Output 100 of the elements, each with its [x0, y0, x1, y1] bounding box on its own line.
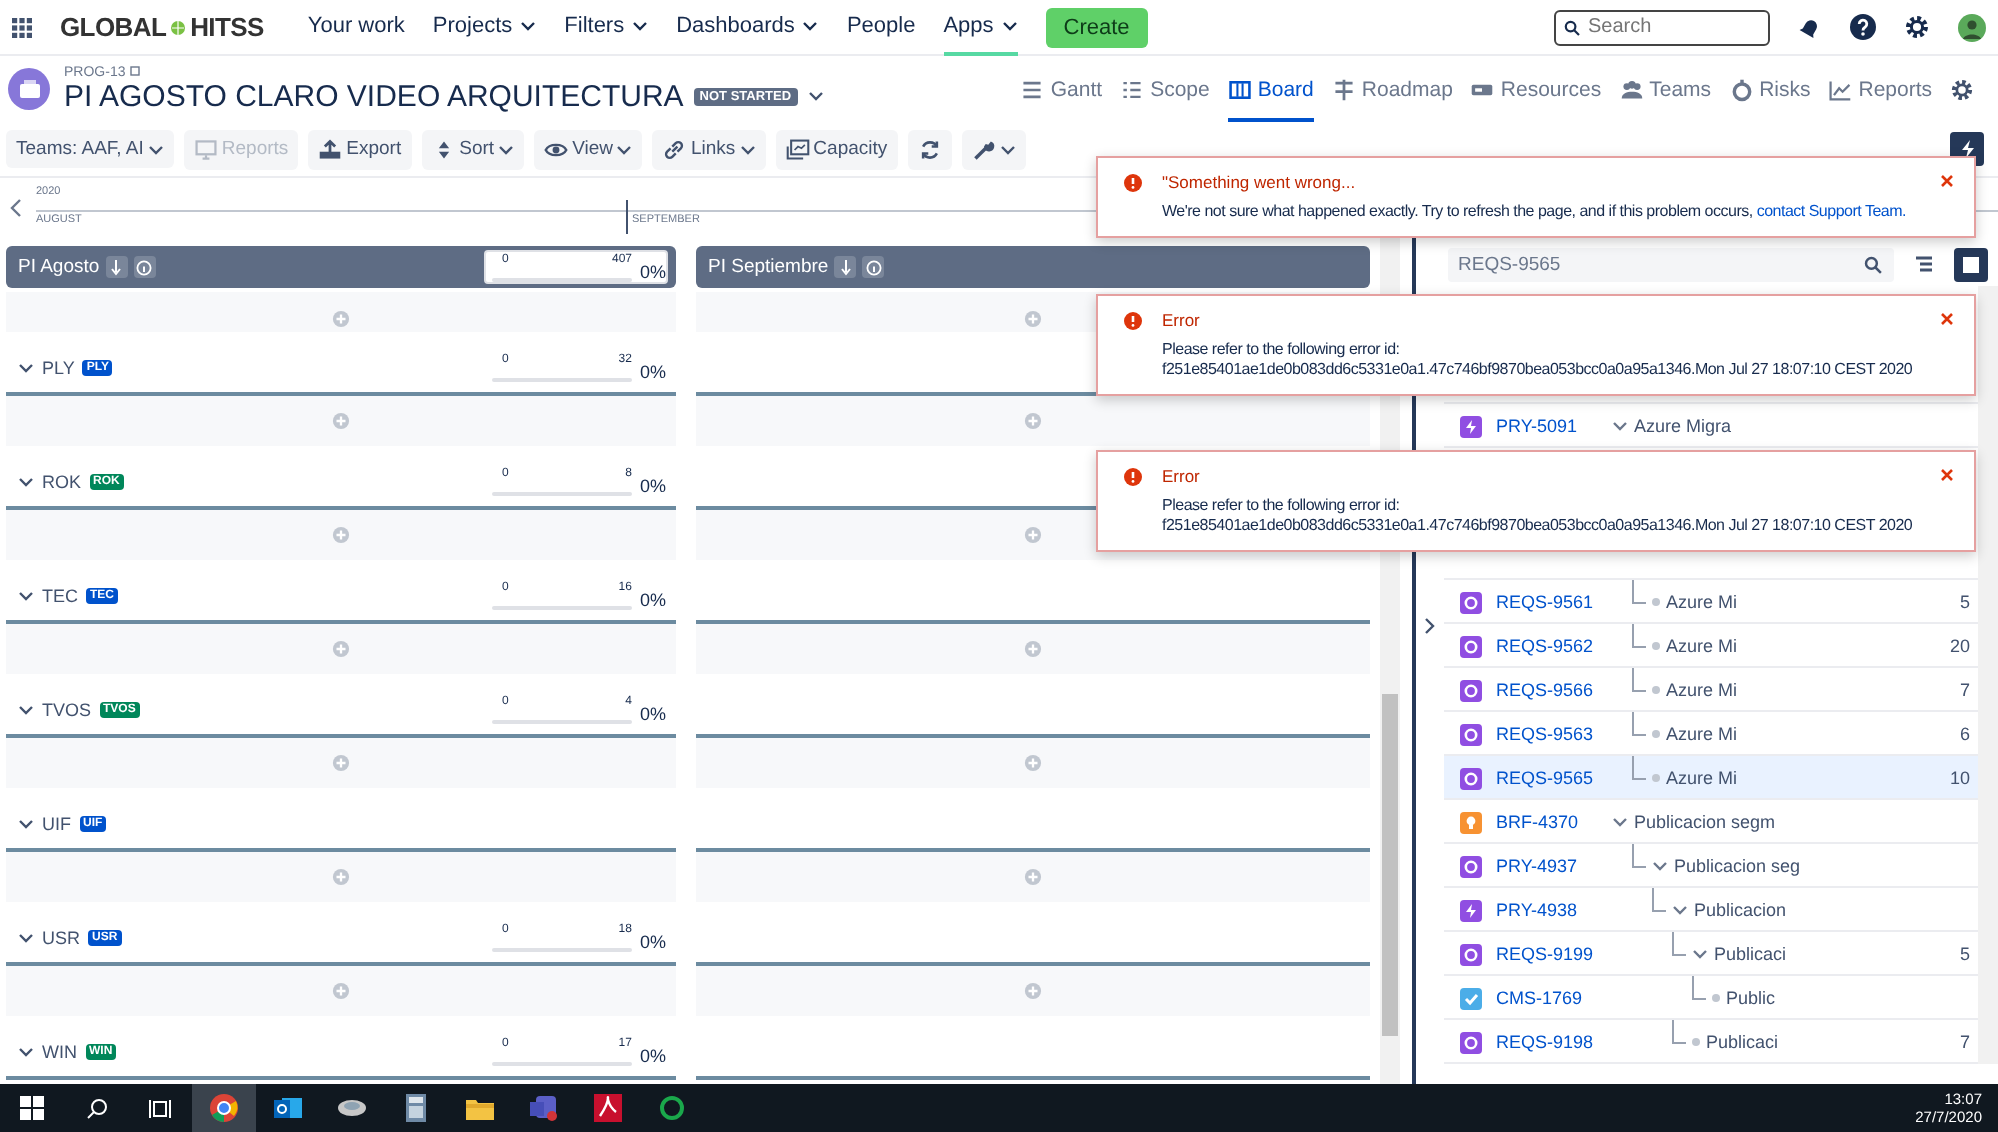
support-link[interactable]: contact Support Team. [1756, 202, 1906, 220]
chevron-down-icon [18, 359, 34, 375]
issue-key-link[interactable]: REQS-9198 [1496, 1032, 1612, 1052]
toolbar-button[interactable]: View [534, 129, 643, 169]
settings-icon[interactable] [1904, 14, 1930, 40]
view-tab[interactable]: Board [1227, 56, 1314, 122]
chevron-down-icon[interactable] [1612, 418, 1628, 434]
search-field[interactable]: Search [1554, 9, 1770, 45]
toolbar-button[interactable]: Links [652, 129, 766, 169]
list-icon[interactable] [1914, 254, 1934, 274]
issue-icon [1459, 723, 1481, 745]
app-grid-icon[interactable] [12, 17, 32, 37]
toolbar-button[interactable]: Export [308, 129, 412, 169]
view-tab[interactable]: Scope [1120, 56, 1210, 122]
tree-row[interactable]: BRF-4370 Publicacion segm [1444, 800, 1978, 844]
view-tab[interactable]: Reports [1828, 56, 1932, 122]
tree-row[interactable]: REQS-9199 Publicaci 5 [1444, 932, 1978, 976]
tree-row[interactable]: REQS-9198 Publicaci 7 [1444, 1020, 1978, 1064]
toast-message: f251e85401ae1de0b083dd6c5331e0a1.47c746bf9870bea053bcc0a0a95a1346.Mon Jul 27 18:07:10 CEST 2020 [1162, 360, 1915, 380]
icon-button[interactable] [961, 129, 1026, 169]
chevron-down-icon[interactable] [1612, 814, 1628, 830]
toolbar-button[interactable]: Capacity [775, 129, 898, 169]
mail-icon[interactable] [272, 1092, 304, 1124]
nav-item[interactable]: Dashboards [676, 0, 819, 55]
info-button[interactable] [133, 256, 156, 278]
task-view-icon[interactable] [148, 1097, 172, 1119]
help-icon[interactable] [1850, 14, 1876, 40]
close-icon[interactable] [1940, 312, 1954, 326]
toast-message: We're not sure what happened exactly. Try to refresh the page, and if this problem occurs, contact Support Team. [1162, 202, 1908, 222]
chevron-right-icon[interactable] [1424, 618, 1436, 634]
sort-button[interactable] [834, 256, 857, 278]
view-tab[interactable]: Gantt [1020, 56, 1103, 122]
tree-row[interactable]: PRY-4938 Publicacion [1444, 888, 1978, 932]
info-button[interactable] [862, 256, 885, 278]
search-icon[interactable] [85, 1097, 107, 1119]
team-name: USR [42, 927, 81, 947]
tree-row[interactable]: REQS-9565 Azure Mi 10 [1444, 756, 1978, 800]
close-icon[interactable] [1940, 174, 1954, 188]
toolbar-button[interactable]: Sort [421, 129, 525, 169]
tree-row[interactable]: PRY-4937 Publicacion seg [1444, 844, 1978, 888]
chevron-down-icon[interactable] [1652, 858, 1668, 874]
chart-icon [1828, 77, 1853, 101]
issue-key-link[interactable]: BRF-4370 [1496, 812, 1612, 832]
icon-button[interactable] [907, 129, 952, 169]
copy-icon[interactable] [129, 66, 142, 78]
issue-key-link[interactable]: PRY-4938 [1496, 900, 1612, 920]
chevron-down-icon[interactable] [1692, 946, 1708, 962]
toast-title: Error [1162, 310, 1202, 330]
issue-key-link[interactable]: REQS-9565 [1496, 768, 1612, 788]
issue-key-link[interactable]: REQS-9562 [1496, 636, 1612, 656]
avatar[interactable] [1958, 13, 1986, 41]
view-tab[interactable]: Roadmap [1331, 56, 1453, 122]
issue-key-link[interactable]: REQS-9199 [1496, 944, 1612, 964]
nav-item[interactable]: People [846, 0, 916, 55]
issue-key-link[interactable]: PRY-5091 [1496, 416, 1612, 436]
chat-icon[interactable] [528, 1092, 560, 1124]
monitor-icon [193, 137, 218, 161]
team-name: TVOS [42, 699, 92, 719]
tree-row[interactable]: CMS-1769 Public [1444, 976, 1978, 1020]
scrollbar[interactable] [1978, 286, 1998, 1064]
browser-icon[interactable] [208, 1092, 240, 1124]
windows-icon [20, 1096, 44, 1120]
search-field[interactable]: REQS-9565 [1448, 247, 1894, 281]
panel-button[interactable] [1954, 247, 1988, 281]
chevron-down-icon[interactable] [1672, 902, 1688, 918]
create-button[interactable]: Create [1045, 7, 1148, 47]
team-name: ROK [42, 471, 82, 491]
roadmap-icon [1331, 77, 1356, 101]
chevron-down-icon [18, 701, 34, 717]
issue-key-link[interactable]: REQS-9566 [1496, 680, 1612, 700]
issue-key-link[interactable]: CMS-1769 [1496, 988, 1612, 1008]
nav-item[interactable]: Your work [307, 0, 405, 55]
sort-button[interactable] [105, 256, 128, 278]
chevron-left-icon[interactable] [10, 198, 22, 218]
tree-row[interactable]: REQS-9562 Azure Mi 20 [1444, 624, 1978, 668]
issue-title: Publicaci [1706, 1032, 1779, 1052]
issue-key-link[interactable]: REQS-9561 [1496, 592, 1612, 612]
tree-row[interactable]: PRY-5091 Azure Migra [1444, 404, 1978, 448]
tree-row[interactable]: REQS-9561 Azure Mi 5 [1444, 580, 1978, 624]
view-tab[interactable]: Risks [1729, 56, 1811, 122]
nav-item[interactable]: Filters [564, 0, 649, 55]
tree-row[interactable]: REQS-9566 Azure Mi 7 [1444, 668, 1978, 712]
team-name: PLY [42, 357, 75, 377]
pdf-icon[interactable] [592, 1092, 624, 1124]
ring-icon[interactable] [656, 1092, 688, 1124]
wrench-icon [971, 137, 996, 161]
close-icon[interactable] [1940, 468, 1954, 482]
toast-message: f251e85401ae1de0b083dd6c5331e0a1.47c746bf9870bea053bcc0a0a95a1346.Mon Jul 27 18:07:10 CEST 2020 [1162, 516, 1915, 536]
nav-item[interactable]: Projects [432, 0, 537, 55]
calculator-icon[interactable] [400, 1092, 432, 1124]
people-icon [1619, 77, 1644, 101]
leaf-dot [1692, 1038, 1700, 1046]
bell-icon[interactable] [1798, 15, 1822, 39]
teams-dropdown[interactable]: Teams: AAF, AI [6, 130, 174, 168]
tree-line [1652, 888, 1666, 912]
view-tab[interactable]: Teams [1619, 56, 1712, 122]
view-tab[interactable]: Resources [1470, 56, 1602, 122]
issue-key-link[interactable]: PRY-4937 [1496, 856, 1612, 876]
issue-key-link[interactable]: REQS-9563 [1496, 724, 1612, 744]
nav-item[interactable]: Apps [943, 0, 1018, 55]
